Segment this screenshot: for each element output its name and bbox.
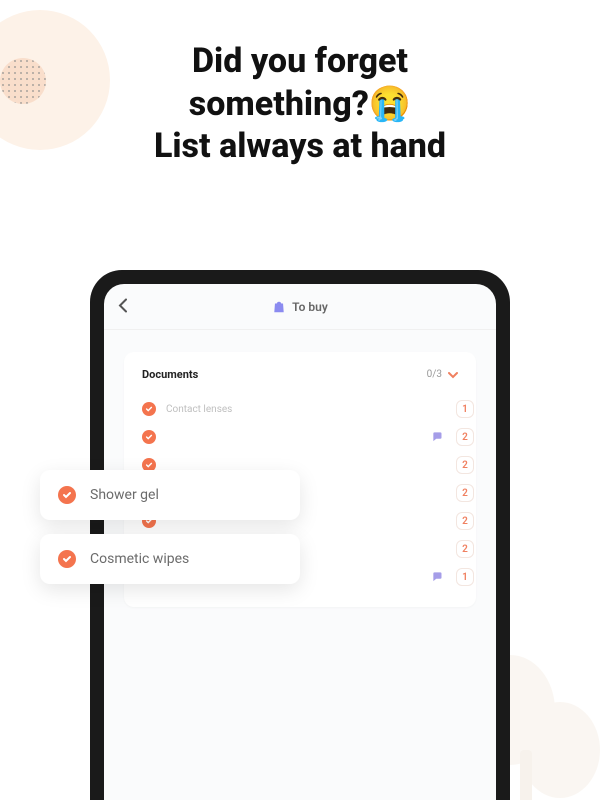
list-item[interactable] <box>142 423 458 451</box>
check-icon[interactable] <box>58 550 76 568</box>
back-button[interactable] <box>118 297 128 316</box>
shopping-bag-icon <box>272 300 286 314</box>
count-badge: 2 <box>456 484 474 502</box>
section-header[interactable]: Documents 0/3 <box>142 368 458 381</box>
floating-card[interactable]: Shower gel <box>40 470 300 520</box>
header-title: To buy <box>272 300 328 314</box>
badge-row: 1 <box>452 400 474 418</box>
count-badge: 1 <box>456 568 474 586</box>
floating-cards: Shower gel Cosmetic wipes <box>40 470 300 584</box>
item-label: Contact lenses <box>166 404 458 415</box>
count-badge: 2 <box>456 456 474 474</box>
list-item[interactable]: Contact lenses <box>142 395 458 423</box>
badge-row: 2 <box>430 428 474 446</box>
badge-row: 2 <box>452 540 474 558</box>
chevron-down-icon[interactable] <box>448 370 458 380</box>
headline-line3: List always at hand <box>154 126 446 166</box>
badge-row: 2 <box>452 484 474 502</box>
promo-headline: Did you forget something?😭 List always a… <box>20 40 580 168</box>
count-badge: 2 <box>456 512 474 530</box>
badge-row: 2 <box>452 512 474 530</box>
chat-icon[interactable] <box>430 429 446 445</box>
floating-card-label: Cosmetic wipes <box>90 551 189 567</box>
count-badge: 2 <box>456 540 474 558</box>
check-icon[interactable] <box>142 430 156 444</box>
badge-column: 1 2 2 2 2 2 1 <box>430 400 474 586</box>
count-badge: 2 <box>456 428 474 446</box>
check-icon[interactable] <box>142 402 156 416</box>
header-title-text: To buy <box>292 300 328 314</box>
app-header: To buy <box>104 284 496 330</box>
crying-emoji: 😭 <box>369 84 411 124</box>
headline-line1: Did you forget <box>192 41 408 81</box>
section-title: Documents <box>142 368 198 381</box>
count-badge: 1 <box>456 400 474 418</box>
badge-row: 2 <box>452 456 474 474</box>
chat-icon[interactable] <box>430 569 446 585</box>
section-count: 0/3 <box>427 369 458 380</box>
badge-row: 1 <box>430 568 474 586</box>
headline-line2: something? <box>189 84 369 124</box>
check-icon[interactable] <box>58 486 76 504</box>
floating-card[interactable]: Cosmetic wipes <box>40 534 300 584</box>
floating-card-label: Shower gel <box>90 487 159 503</box>
